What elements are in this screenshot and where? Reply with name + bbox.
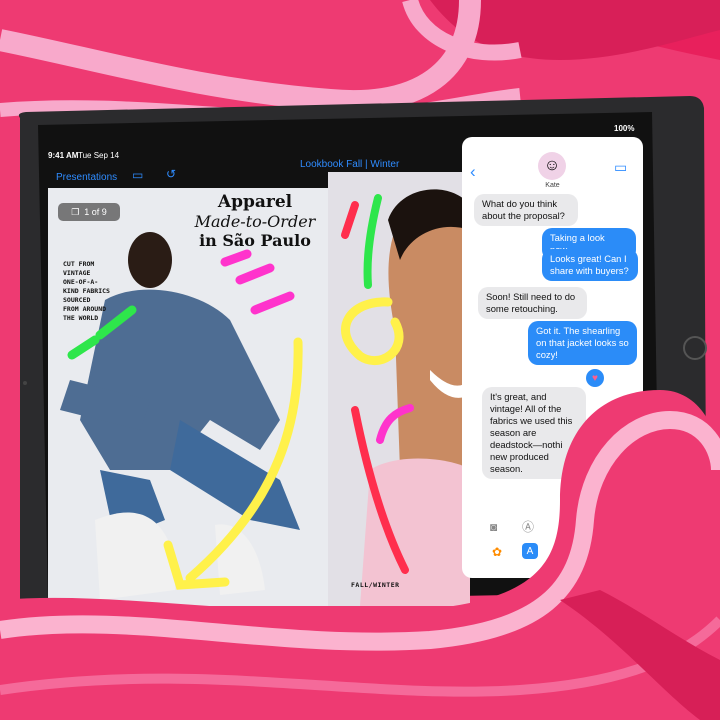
foreground-ribbon: [0, 390, 720, 720]
